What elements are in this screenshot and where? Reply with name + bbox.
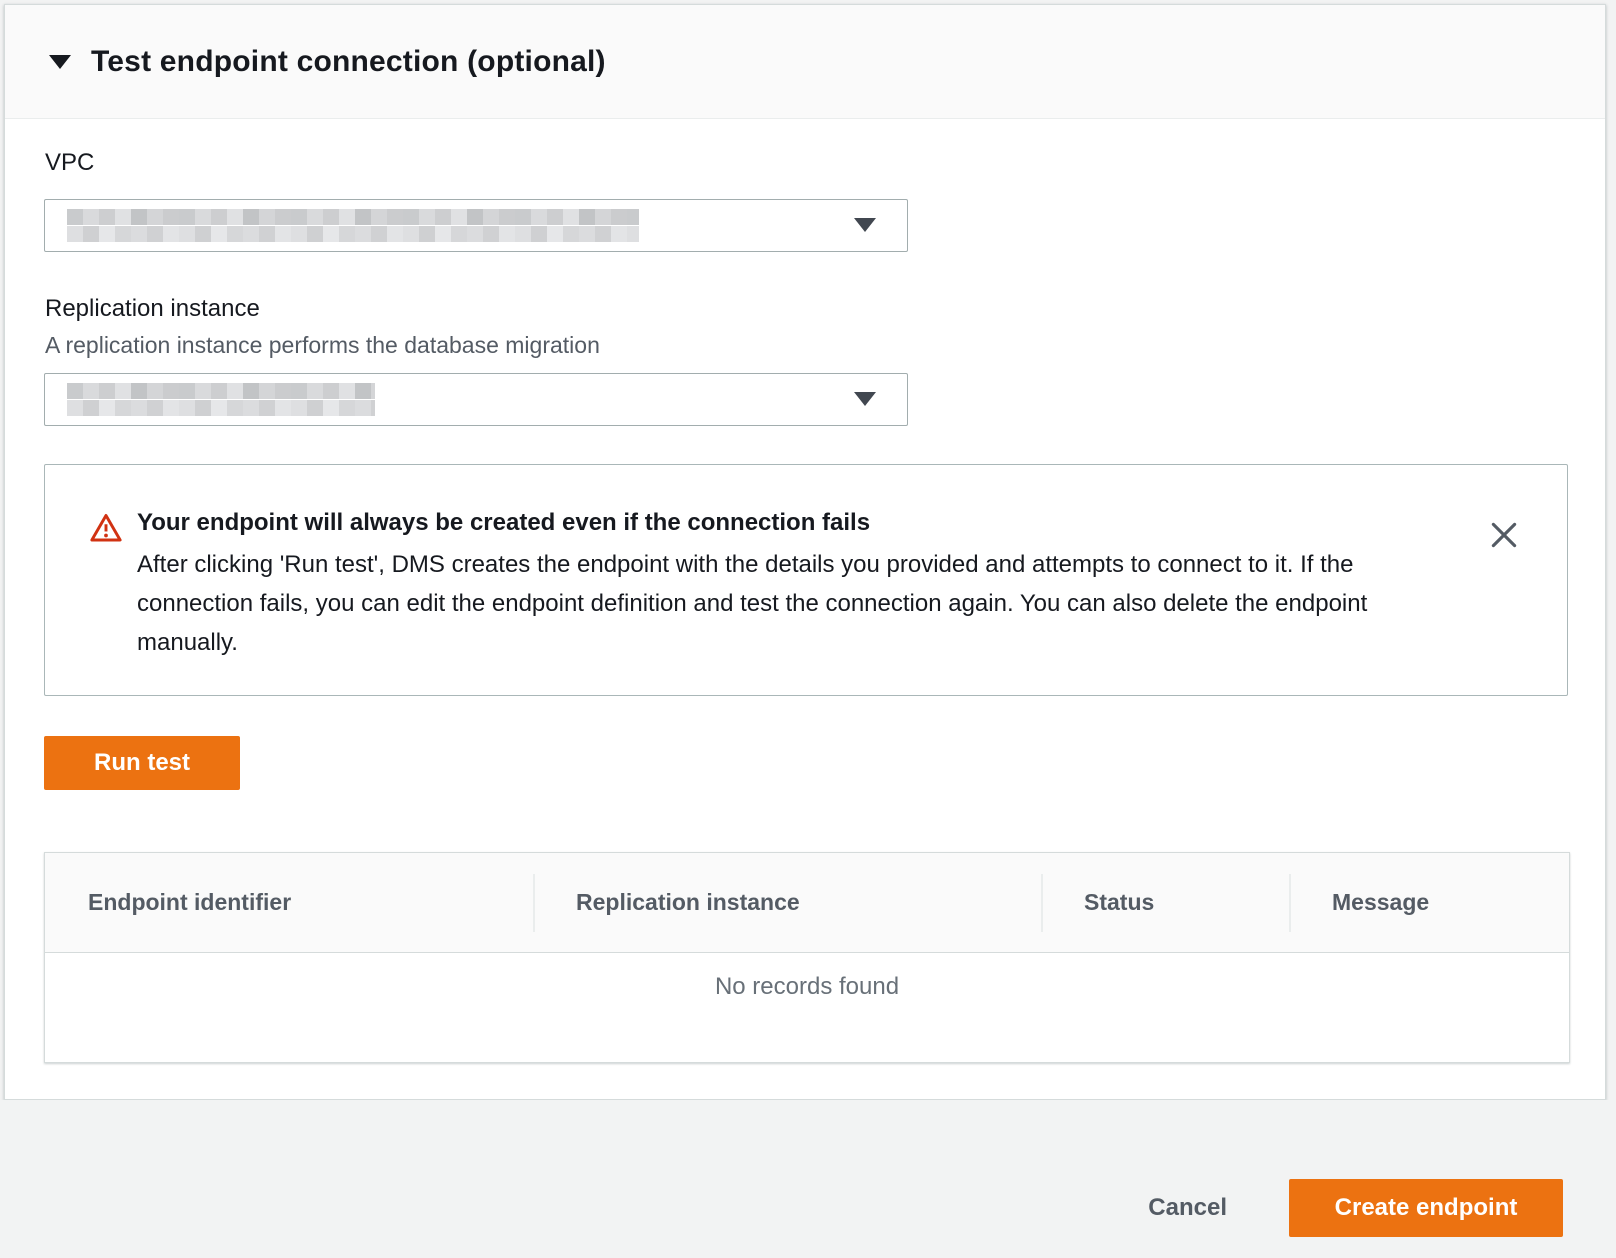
warning-title: Your endpoint will always be created eve… [137, 509, 1437, 537]
warning-triangle-icon [90, 511, 122, 545]
test-endpoint-connection-panel: Test endpoint connection (optional) VPC … [4, 4, 1606, 1100]
section-title: Test endpoint connection (optional) [91, 45, 606, 79]
table-header-row: Endpoint identifier Replication instance… [45, 853, 1569, 953]
warning-body: After clicking 'Run test', DMS creates t… [137, 545, 1437, 662]
dismiss-warning-button[interactable] [1483, 514, 1525, 556]
column-header-replication-instance: Replication instance [533, 889, 1041, 916]
column-header-endpoint-identifier: Endpoint identifier [45, 889, 533, 916]
close-icon [1487, 518, 1521, 552]
column-header-message: Message [1289, 889, 1569, 916]
section-header-toggle[interactable]: Test endpoint connection (optional) [5, 5, 1605, 119]
replication-instance-label: Replication instance [45, 295, 260, 323]
connection-results-table: Endpoint identifier Replication instance… [44, 852, 1570, 1063]
redacted-replication-instance-value [67, 383, 375, 416]
column-header-status: Status [1041, 889, 1289, 916]
triangle-down-icon [49, 55, 71, 69]
replication-instance-select[interactable] [44, 373, 908, 426]
page: Test endpoint connection (optional) VPC … [0, 0, 1616, 1258]
vpc-label: VPC [45, 149, 94, 177]
create-endpoint-button[interactable]: Create endpoint [1289, 1179, 1563, 1237]
vpc-select[interactable] [44, 199, 908, 252]
cancel-button[interactable]: Cancel [1148, 1194, 1227, 1222]
warning-banner: Your endpoint will always be created eve… [44, 464, 1568, 696]
chevron-down-icon [854, 218, 876, 232]
run-test-button[interactable]: Run test [44, 736, 240, 790]
replication-instance-description: A replication instance performs the data… [45, 332, 600, 359]
chevron-down-icon [854, 392, 876, 406]
empty-state-text: No records found [45, 953, 1569, 1001]
footer-action-bar: Cancel Create endpoint [0, 1100, 1616, 1258]
redacted-vpc-value [67, 209, 639, 242]
